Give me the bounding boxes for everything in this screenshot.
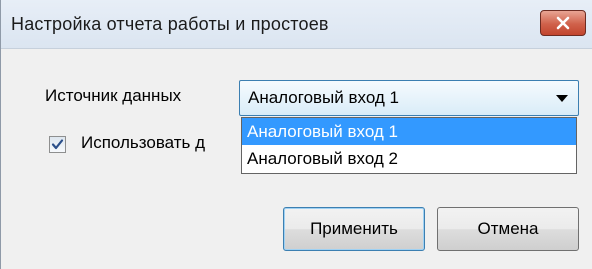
dropdown-option-analog-input-1[interactable]: Аналоговый вход 1 <box>242 118 576 145</box>
data-source-label: Источник данных <box>45 86 182 105</box>
cancel-button[interactable]: Отмена <box>437 207 579 251</box>
data-source-combobox[interactable]: Аналоговый вход 1 <box>239 80 579 116</box>
dialog-window: Настройка отчета работы и простоев Источ… <box>0 0 592 269</box>
window-title: Настройка отчета работы и простоев <box>11 14 329 34</box>
close-icon <box>556 16 570 30</box>
chevron-down-icon[interactable] <box>556 95 568 102</box>
data-source-selected-value: Аналоговый вход 1 <box>248 88 400 107</box>
use-checkbox[interactable] <box>49 136 66 153</box>
apply-button[interactable]: Применить <box>283 207 425 251</box>
title-bar: Настройка отчета работы и простоев <box>1 0 592 49</box>
dropdown-option-analog-input-2[interactable]: Аналоговый вход 2 <box>242 145 576 172</box>
check-icon <box>51 139 64 150</box>
close-button[interactable] <box>540 10 586 36</box>
data-source-dropdown-list: Аналоговый вход 1 Аналоговый вход 2 <box>241 117 577 174</box>
use-checkbox-label: Использовать д <box>81 133 206 152</box>
